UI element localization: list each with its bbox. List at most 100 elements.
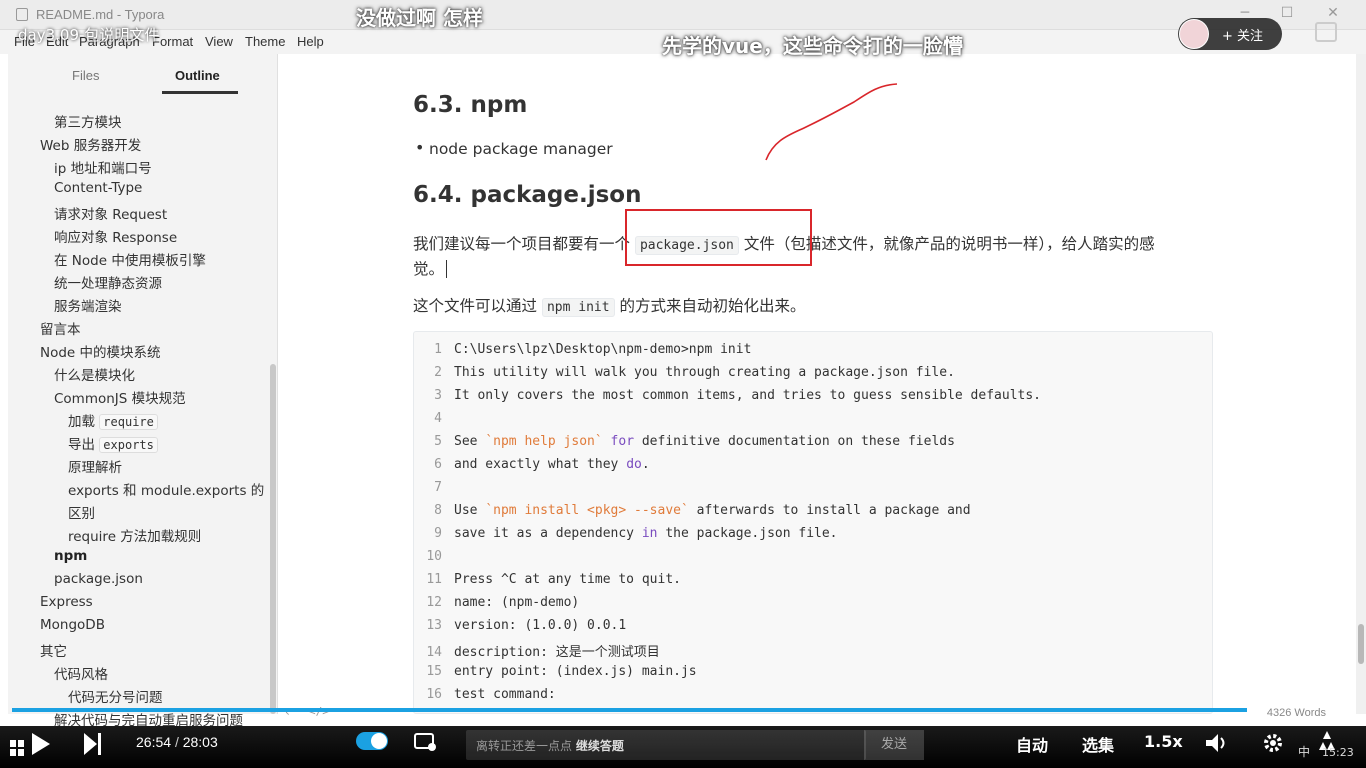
outline-item[interactable]: 导出 exports xyxy=(68,433,158,453)
editor-scrollbar-thumb[interactable] xyxy=(1358,624,1364,664)
bullet-dot: • xyxy=(415,138,425,157)
current-time: 26:54 xyxy=(136,734,172,750)
editor-statusbar: ‹ </> 4326 Words xyxy=(279,700,1356,726)
playback-speed-button[interactable]: 1.5x xyxy=(1144,732,1183,751)
maximize-icon[interactable]: ☐ xyxy=(1280,6,1294,20)
outline-item[interactable]: package.json xyxy=(54,571,143,587)
code-line-number: 1 xyxy=(434,342,442,357)
code-token: C:\Users\lpz\Desktop\npm-demo>npm init xyxy=(454,342,752,357)
heading-npm: 6.3. npm xyxy=(413,92,528,118)
auto-quality-button[interactable]: 自动 xyxy=(1016,732,1048,756)
outline-item[interactable]: 什么是模块化 xyxy=(54,364,135,384)
code-line-number: 3 xyxy=(434,388,442,403)
code-line-number: 7 xyxy=(434,480,442,495)
outline-item[interactable]: 响应对象 Response xyxy=(54,226,177,246)
outline-item-label: require 方法加载规则 xyxy=(68,529,202,545)
code-token: entry point: (index.js) main.js xyxy=(454,664,697,679)
code-line: 6 and exactly what they do. xyxy=(414,457,650,480)
outline-item[interactable]: npm xyxy=(54,548,87,564)
menu-theme[interactable]: Theme xyxy=(245,34,285,49)
episodes-button[interactable]: 选集 xyxy=(1082,732,1114,756)
code-line-number: 14 xyxy=(426,645,442,660)
paragraph-npm-init: 这个文件可以通过 npm init 的方式来自动初始化出来。 xyxy=(413,294,806,317)
volume-icon[interactable] xyxy=(1206,733,1230,753)
outline-item[interactable]: 加载 require xyxy=(68,410,158,430)
settings-gear-icon[interactable] xyxy=(1262,732,1284,754)
windows-start-icon[interactable] xyxy=(10,740,24,756)
danmaku-toggle-knob xyxy=(371,733,387,749)
bullet-npm: node package manager xyxy=(429,140,613,158)
menu-view[interactable]: View xyxy=(205,34,233,49)
continue-quiz-link[interactable]: 继续答题 xyxy=(576,739,624,753)
outline-item[interactable]: Node 中的模块系统 xyxy=(40,341,161,361)
outline-item[interactable]: 原理解析 xyxy=(68,456,122,476)
outline-item[interactable]: CommonJS 模块规范 xyxy=(54,387,186,407)
outline-item-label: ip 地址和端口号 xyxy=(54,161,152,177)
next-episode-icon[interactable] xyxy=(84,733,102,755)
outline-item[interactable]: Web 服务器开发 xyxy=(40,134,141,154)
outline-item[interactable]: exports 和 module.exports 的 xyxy=(68,479,264,499)
code-line-number: 15 xyxy=(426,664,442,679)
code-token: definitive documentation on these fields xyxy=(634,434,955,449)
code-token: description: 这是一个测试项目 xyxy=(454,645,660,660)
danmaku-toggle[interactable] xyxy=(356,732,388,750)
code-line-number: 8 xyxy=(434,503,442,518)
editor-content[interactable]: 6.3. npm • node package manager 6.4. pac… xyxy=(279,54,1356,714)
code-line: 9 save it as a dependency in the package.… xyxy=(414,526,837,549)
share-icon[interactable] xyxy=(1315,22,1337,42)
editor-scrollbar[interactable] xyxy=(1356,54,1366,714)
code-line: 13 version: (1.0.0) 0.0.1 xyxy=(414,618,626,641)
code-token: version: (1.0.0) 0.0.1 xyxy=(454,618,627,633)
outline-item-label: 响应对象 Response xyxy=(54,230,178,246)
close-icon[interactable]: ✕ xyxy=(1326,6,1340,20)
code-line: 3 It only covers the most common items, a… xyxy=(414,388,1041,411)
code-block[interactable]: 1 C:\Users\lpz\Desktop\npm-demo>npm init 2… xyxy=(413,331,1213,714)
outline-item[interactable]: 服务端渲染 xyxy=(54,295,122,315)
danmaku-input-placeholder-prefix: 离转正还差一点点 xyxy=(476,739,573,753)
code-line: 12 name: (npm-demo) xyxy=(414,595,579,618)
play-pause-icon[interactable] xyxy=(32,733,50,755)
outline-item[interactable]: 区别 xyxy=(68,502,95,522)
danmaku-input[interactable]: 离转正还差一点点 继续答题 xyxy=(466,730,866,760)
uploader-avatar[interactable] xyxy=(1179,19,1209,49)
outline-item[interactable]: 代码风格 xyxy=(54,663,108,683)
paragraph-npm-init-text: 这个文件可以通过 xyxy=(413,297,538,315)
tab-files[interactable]: Files xyxy=(72,68,99,83)
screen: README.md - Typora ─ ☐ ✕ File Edit Parag… xyxy=(0,0,1366,768)
code-token: . xyxy=(641,457,650,472)
ime-indicator[interactable]: 中 xyxy=(1298,743,1310,760)
code-token: It only covers the most common items, an… xyxy=(454,388,1041,403)
send-danmaku-button[interactable]: 发送 xyxy=(864,730,924,760)
outline-item[interactable]: 请求对象 Request xyxy=(54,203,167,223)
outline-item[interactable]: Express xyxy=(40,594,93,610)
outline-item[interactable]: Content-Type xyxy=(54,180,142,196)
outline-item-code: require xyxy=(99,414,158,430)
tab-outline[interactable]: Outline xyxy=(175,68,220,83)
video-progress-bar[interactable] xyxy=(12,708,1248,712)
outline-item[interactable]: 其它 xyxy=(40,640,67,660)
code-token: See xyxy=(454,434,486,449)
outline-item[interactable]: require 方法加载规则 xyxy=(68,525,201,545)
code-line: 11 Press ^C at any time to quit. xyxy=(414,572,681,595)
outline-item[interactable]: 在 Node 中使用模板引擎 xyxy=(54,249,206,269)
window-titlebar: README.md - Typora ─ ☐ ✕ xyxy=(0,0,1366,30)
code-line: 14 description: 这是一个测试项目 xyxy=(414,641,660,664)
sidebar-scrollbar[interactable] xyxy=(270,364,276,714)
play-overlay-button[interactable] xyxy=(1270,614,1330,666)
danmaku-settings-icon[interactable] xyxy=(414,733,438,753)
outline-item[interactable]: 第三方模块 xyxy=(54,111,122,131)
code-token: Press ^C at any time to quit. xyxy=(454,572,681,587)
outline-item[interactable]: 留言本 xyxy=(40,318,81,338)
outline-item[interactable]: ip 地址和端口号 xyxy=(54,157,152,177)
menu-help[interactable]: Help xyxy=(297,34,324,49)
word-count[interactable]: 4326 Words xyxy=(1267,707,1326,719)
outline-item[interactable]: MongoDB xyxy=(40,617,105,633)
outline-item[interactable]: 统一处理静态资源 xyxy=(54,272,162,292)
follow-button[interactable]: + 关注 xyxy=(1178,18,1282,50)
outline-item[interactable]: 代码无分号问题 xyxy=(68,686,163,706)
outline-item-label: package.json xyxy=(54,571,143,587)
code-token: afterwards to install a package and xyxy=(688,503,971,518)
outline-item-label: CommonJS 模块规范 xyxy=(54,391,186,407)
code-line-number: 12 xyxy=(426,595,442,610)
